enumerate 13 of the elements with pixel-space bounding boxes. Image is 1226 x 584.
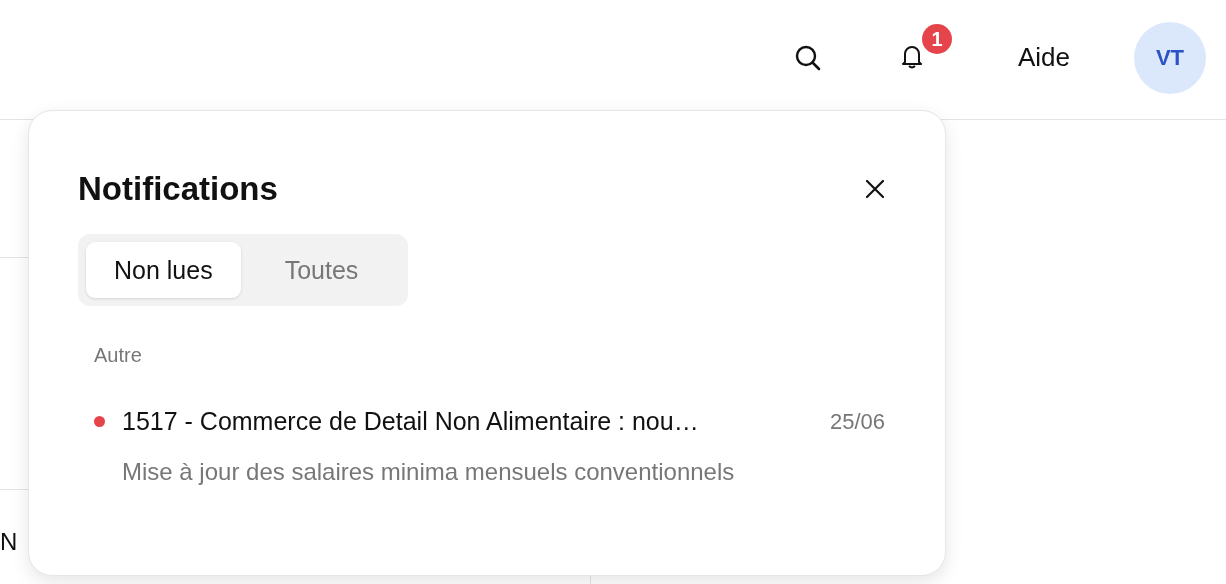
close-icon[interactable] xyxy=(865,179,885,199)
notification-badge: 1 xyxy=(921,24,952,54)
table-text: N xyxy=(0,528,18,556)
group-heading: Autre xyxy=(94,344,143,367)
tab[interactable]: Toutes xyxy=(242,242,401,298)
help-link[interactable]: Aide xyxy=(1017,42,1070,73)
user-avatar[interactable]: VT xyxy=(1134,21,1206,94)
notification-date: 25/06 xyxy=(829,408,885,435)
tab[interactable]: Non lues xyxy=(86,242,241,298)
panel-title: Notifications xyxy=(78,169,278,209)
notification-description: Mise à jour des salaires minima mensuels conventionnels xyxy=(122,458,736,486)
notification-title[interactable]: 1517 - Commerce de Detail Non Alimentaire : nou… xyxy=(122,407,810,436)
bell-icon[interactable] xyxy=(901,46,922,69)
